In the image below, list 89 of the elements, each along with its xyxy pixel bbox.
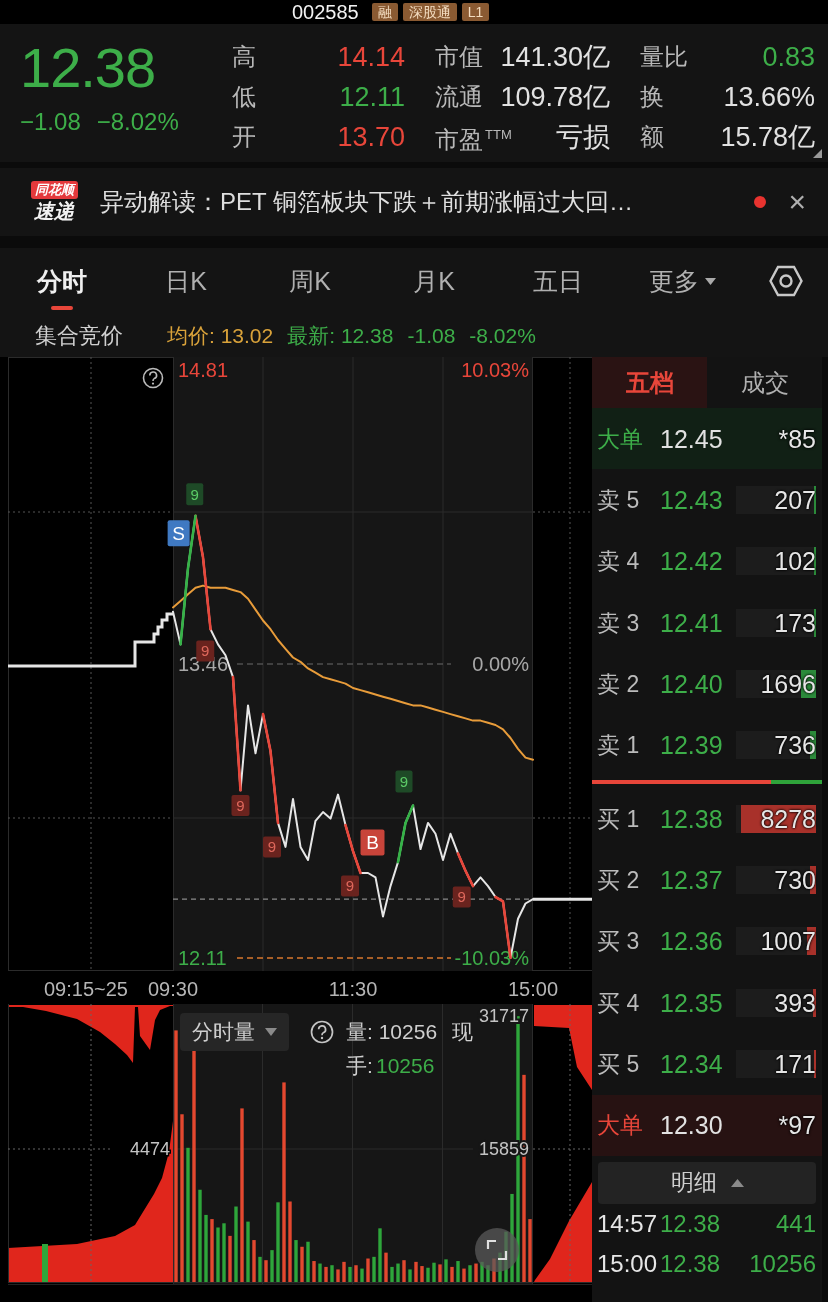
order-level-label: 买 4 bbox=[596, 988, 641, 1017]
order-price: 12.38 bbox=[660, 804, 724, 833]
volume-axis-label: 4474 bbox=[129, 1139, 170, 1159]
session-label: 集合竞价 bbox=[35, 321, 124, 350]
order-level-label: 大单 bbox=[596, 424, 644, 453]
order-price: 12.43 bbox=[660, 486, 724, 514]
percent-axis-label: 0.00% bbox=[472, 653, 529, 675]
signal-badge: S bbox=[167, 520, 190, 547]
order-volume: 8278 bbox=[760, 804, 817, 833]
average-price: 均价: 13.02 bbox=[167, 322, 274, 349]
order-volume: *85 bbox=[778, 424, 817, 453]
quote-value: 13.66% bbox=[723, 82, 815, 112]
quote-label: 额 bbox=[640, 123, 664, 151]
trade-time: 14:57 bbox=[596, 1209, 659, 1238]
quote-value: 0.83 bbox=[762, 42, 815, 72]
signal-badge: 9 bbox=[186, 483, 204, 506]
order-price: 12.40 bbox=[660, 669, 724, 698]
order-volume: *97 bbox=[778, 1111, 817, 1140]
logo-text: 速递 bbox=[34, 199, 74, 223]
time-axis-label: 09:15~25 bbox=[44, 978, 128, 1000]
latest-price: 最新: 12.38 bbox=[287, 322, 394, 349]
quote-label: 市值 bbox=[435, 43, 483, 71]
quote-value: 13.70 bbox=[337, 122, 405, 152]
time-axis-label: 11:30 bbox=[328, 978, 378, 1000]
current-volume-label: 手: bbox=[346, 1054, 373, 1078]
stock-tag: 融 bbox=[371, 3, 398, 21]
percent-axis-label: 10.03% bbox=[461, 359, 529, 382]
signal-badge: 9 bbox=[341, 875, 359, 897]
quote-label: 低 bbox=[232, 83, 256, 111]
current-price: 12.38 bbox=[20, 38, 157, 98]
order-level-label: 买 5 bbox=[596, 1049, 641, 1078]
order-price: 12.45 bbox=[660, 424, 724, 453]
trade-price: 12.38 bbox=[660, 1209, 722, 1238]
current-volume-value: 10256 bbox=[376, 1054, 435, 1078]
order-level-label: 卖 3 bbox=[596, 608, 641, 637]
order-price: 12.41 bbox=[660, 608, 724, 637]
order-volume: 102 bbox=[774, 547, 817, 576]
order-price: 12.30 bbox=[660, 1111, 724, 1140]
order-price: 12.36 bbox=[660, 927, 724, 956]
order-level-label: 卖 2 bbox=[596, 669, 641, 698]
order-volume: 736 bbox=[774, 731, 817, 760]
order-level-label: 买 1 bbox=[596, 804, 641, 833]
stock-code: 002585 bbox=[292, 1, 359, 23]
trade-price: 12.38 bbox=[660, 1249, 722, 1278]
quote-label: 量比 bbox=[640, 43, 688, 71]
time-axis-label: 09:30 bbox=[147, 978, 199, 1000]
percent-axis-label: -10.03% bbox=[454, 946, 529, 969]
order-volume: 207 bbox=[774, 486, 817, 514]
order-volume: 1696 bbox=[760, 669, 817, 698]
quote-label: 高 bbox=[232, 43, 256, 71]
quote-label: 开 bbox=[232, 123, 256, 151]
trade-time: 15:00 bbox=[596, 1249, 659, 1278]
signal-badge: 9 bbox=[263, 836, 281, 858]
quote-value: 15.78亿 bbox=[720, 122, 815, 152]
logo-badge: 同花顺 bbox=[30, 181, 78, 199]
order-price: 12.42 bbox=[660, 547, 724, 576]
quote-label: 换 bbox=[640, 83, 664, 111]
order-level-label: 买 2 bbox=[596, 865, 641, 894]
order-volume: 173 bbox=[774, 608, 817, 637]
quote-value: 亏损 bbox=[556, 122, 610, 152]
order-level-label: 买 3 bbox=[596, 927, 641, 956]
percent-change: −8.02% bbox=[96, 108, 179, 136]
price-axis-label: 14.81 bbox=[178, 359, 229, 382]
order-level-label: 卖 5 bbox=[596, 486, 641, 514]
time-axis-label: 15:00 bbox=[507, 978, 559, 1000]
volume-axis-label: 31717 bbox=[478, 1006, 529, 1026]
order-price: 12.35 bbox=[660, 988, 724, 1017]
quote-value: 141.30亿 bbox=[500, 42, 610, 72]
price-change: −1.08 bbox=[20, 108, 81, 136]
quote-label: 市盈$^{TTM}$ bbox=[435, 124, 512, 154]
volume-reading: 量: 10256 bbox=[346, 1020, 438, 1044]
percent-change: -8.02% bbox=[469, 323, 536, 348]
order-level-label: 卖 1 bbox=[596, 731, 641, 760]
quote-value: 14.14 bbox=[337, 42, 405, 72]
quote-label: 流通 bbox=[435, 83, 483, 111]
quote-value: 12.11 bbox=[339, 82, 405, 112]
order-price: 12.37 bbox=[660, 865, 724, 894]
price-change: -1.08 bbox=[407, 323, 456, 348]
order-level-label: 大单 bbox=[596, 1111, 644, 1140]
order-price: 12.34 bbox=[660, 1049, 724, 1078]
trade-volume: 441 bbox=[774, 1209, 817, 1238]
order-level-label: 卖 4 bbox=[596, 547, 641, 576]
price-axis-label: 12.11 bbox=[178, 946, 227, 969]
stock-tag: 深股通 bbox=[402, 3, 457, 21]
current-volume-label: 现 bbox=[452, 1020, 473, 1044]
trade-volume: 10256 bbox=[748, 1249, 817, 1278]
stock-tag: L1 bbox=[461, 3, 490, 21]
quote-value: 109.78亿 bbox=[500, 82, 610, 112]
order-price: 12.39 bbox=[660, 731, 724, 760]
